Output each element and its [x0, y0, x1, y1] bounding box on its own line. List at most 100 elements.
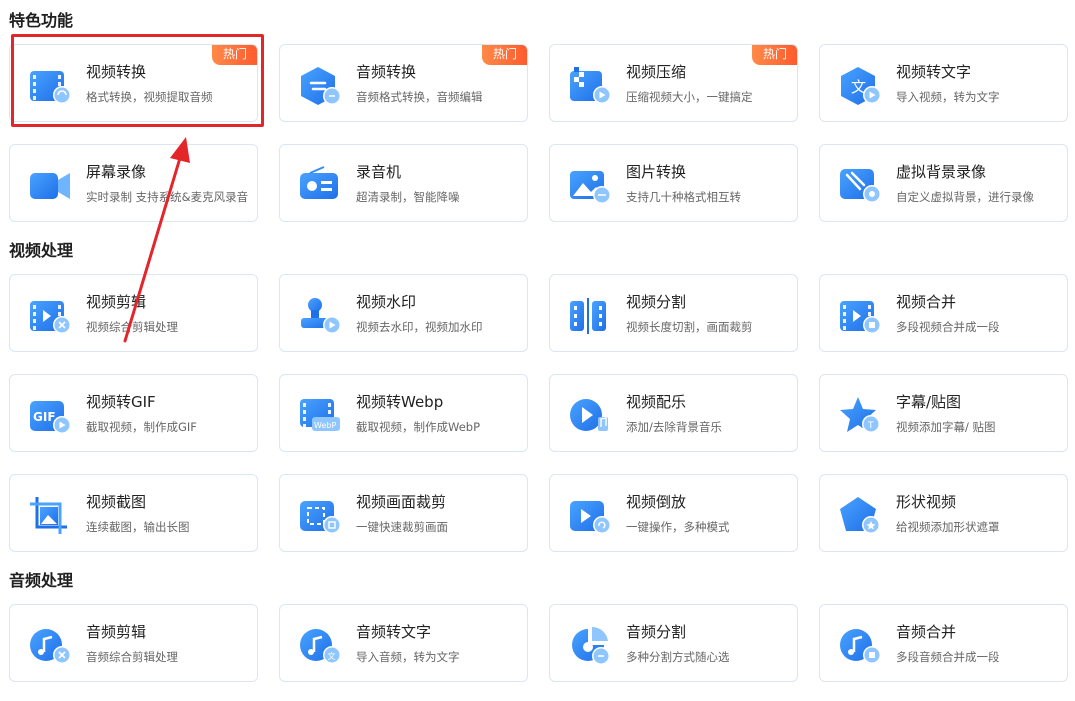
- tool-description: 音频格式转换，音频编辑: [356, 90, 483, 104]
- virtual-bg-icon: [838, 165, 882, 205]
- video-screenshot-icon: [28, 495, 72, 535]
- tool-title: 音频剪辑: [86, 623, 147, 641]
- screen-record-icon: [28, 165, 72, 205]
- tool-title: 视频转Webp: [356, 393, 444, 411]
- tool-description: 视频添加字幕/ 贴图: [896, 420, 996, 434]
- tool-description: 压缩视频大小，一键搞定: [626, 90, 753, 104]
- shape-video-icon: [838, 495, 882, 535]
- tool-description: 添加/去除背景音乐: [626, 420, 722, 434]
- audio-split-icon: [568, 625, 612, 665]
- section-title-audio: 音频处理: [9, 571, 74, 590]
- video-merge-icon: [838, 295, 882, 335]
- section-title-video: 视频处理: [9, 241, 74, 260]
- tool-description: 多种分割方式随心选: [626, 650, 730, 664]
- video-convert-icon: [28, 65, 72, 105]
- svg-text:GIF: GIF: [33, 410, 56, 424]
- tool-card-audio-edit[interactable]: 音频剪辑音频综合剪辑处理: [9, 604, 258, 682]
- tool-description: 截取视频，制作成GIF: [86, 420, 197, 434]
- section-title-featured: 特色功能: [9, 11, 74, 30]
- video-to-gif-icon: GIF: [28, 395, 72, 435]
- video-to-webp-icon: WebP: [298, 395, 342, 435]
- tool-title: 音频分割: [626, 623, 687, 641]
- tool-description: 视频去水印，视频加水印: [356, 320, 483, 334]
- recorder-icon: [298, 165, 342, 205]
- tool-card-video-convert[interactable]: 视频转换 格式转换，视频提取音频 热门: [9, 44, 258, 122]
- tool-card-video-music[interactable]: 视频配乐添加/去除背景音乐: [549, 374, 798, 452]
- tool-description: 连续截图，输出长图: [86, 520, 190, 534]
- tool-title: 录音机: [356, 163, 402, 181]
- tool-card-screen-record[interactable]: 屏幕录像实时录制 支持系统&麦克风录音: [9, 144, 258, 222]
- tool-description: 支持几十种格式相互转: [626, 190, 741, 204]
- svg-text:T: T: [867, 421, 874, 431]
- svg-text:WebP: WebP: [314, 421, 336, 430]
- tool-card-video-to-text[interactable]: 文视频转文字导入视频，转为文字: [819, 44, 1068, 122]
- tool-card-video-crop[interactable]: 视频画面裁剪一键快速裁剪画面: [279, 474, 528, 552]
- tool-title: 音频合并: [896, 623, 957, 641]
- tool-card-image-convert[interactable]: 图片转换支持几十种格式相互转: [549, 144, 798, 222]
- hot-badge: 热门: [752, 45, 797, 65]
- tool-card-audio-split[interactable]: 音频分割多种分割方式随心选: [549, 604, 798, 682]
- tool-title: 音频转换: [356, 63, 417, 81]
- tool-title: 视频画面裁剪: [356, 493, 447, 511]
- video-to-text-icon: 文: [838, 65, 882, 105]
- tool-description: 给视频添加形状遮罩: [896, 520, 1000, 534]
- tool-card-video-to-gif[interactable]: GIF 视频转GIF 截取视频，制作成GIF: [9, 374, 258, 452]
- audio-edit-icon: [28, 625, 72, 665]
- tool-card-subtitle-sticker[interactable]: T 字幕/贴图视频添加字幕/ 贴图: [819, 374, 1068, 452]
- tool-description: 一键操作，多种模式: [626, 520, 730, 534]
- tool-description: 视频综合剪辑处理: [86, 320, 178, 334]
- video-compress-icon: [568, 65, 612, 105]
- tool-description: 截取视频，制作成WebP: [356, 420, 481, 434]
- tool-title: 音频转文字: [356, 623, 432, 641]
- tool-card-video-compress[interactable]: 视频压缩压缩视频大小，一键搞定 热门: [549, 44, 798, 122]
- tool-title: 视频截图: [86, 493, 147, 511]
- tool-description: 实时录制 支持系统&麦克风录音: [86, 190, 249, 204]
- audio-convert-icon: [298, 65, 342, 105]
- tool-title: 屏幕录像: [86, 163, 147, 181]
- video-reverse-icon: [568, 495, 612, 535]
- tool-title: 字幕/贴图: [896, 393, 962, 411]
- tool-title: 视频压缩: [626, 63, 687, 81]
- tool-title: 视频转文字: [896, 63, 972, 81]
- svg-text:文: 文: [328, 651, 336, 661]
- tool-title: 视频转换: [86, 63, 147, 81]
- tool-description: 自定义虚拟背景，进行录像: [896, 190, 1034, 204]
- tool-card-recorder[interactable]: 录音机超清录制，智能降噪: [279, 144, 528, 222]
- tool-card-audio-merge[interactable]: 音频合并多段音频合并成一段: [819, 604, 1068, 682]
- tool-description: 多段音频合并成一段: [896, 650, 1000, 664]
- tool-title: 形状视频: [896, 493, 957, 511]
- tool-title: 视频水印: [356, 293, 417, 311]
- tool-title: 视频合并: [896, 293, 957, 311]
- video-crop-icon: [298, 495, 342, 535]
- video-music-icon: [568, 395, 612, 435]
- tool-title: 视频分割: [626, 293, 687, 311]
- video-split-icon: [568, 295, 612, 335]
- tool-title: 视频配乐: [626, 393, 687, 411]
- tool-title: 图片转换: [626, 163, 687, 181]
- tool-description: 音频综合剪辑处理: [86, 650, 178, 664]
- video-edit-icon: [28, 295, 72, 335]
- tool-card-video-screenshot[interactable]: 视频截图连续截图，输出长图: [9, 474, 258, 552]
- tool-card-video-watermark[interactable]: 视频水印视频去水印，视频加水印: [279, 274, 528, 352]
- tool-card-video-edit[interactable]: 视频剪辑视频综合剪辑处理: [9, 274, 258, 352]
- tool-card-video-split[interactable]: 视频分割视频长度切割，画面裁剪: [549, 274, 798, 352]
- tool-card-video-to-webp[interactable]: WebP 视频转Webp 截取视频，制作成WebP: [279, 374, 528, 452]
- tool-title: 视频转GIF: [86, 393, 156, 411]
- tool-description: 导入视频，转为文字: [896, 90, 1000, 104]
- hot-badge: 热门: [212, 45, 257, 65]
- tool-card-video-merge[interactable]: 视频合并多段视频合并成一段: [819, 274, 1068, 352]
- tool-card-shape-video[interactable]: 形状视频给视频添加形状遮罩: [819, 474, 1068, 552]
- tool-card-video-reverse[interactable]: 视频倒放一键操作，多种模式: [549, 474, 798, 552]
- tool-card-audio-convert[interactable]: 音频转换 音频格式转换，音频编辑 热门: [279, 44, 528, 122]
- tool-title: 视频剪辑: [86, 293, 147, 311]
- audio-to-text-icon: 文: [298, 625, 342, 665]
- tool-description: 视频长度切割，画面裁剪: [626, 320, 753, 334]
- tool-description: 导入音频，转为文字: [356, 650, 460, 664]
- tool-title: 视频倒放: [626, 493, 687, 511]
- tool-card-virtual-bg[interactable]: 虚拟背景录像自定义虚拟背景，进行录像: [819, 144, 1068, 222]
- tool-description: 超清录制，智能降噪: [356, 190, 460, 204]
- tool-description: 一键快速裁剪画面: [356, 520, 448, 534]
- tool-description: 多段视频合并成一段: [896, 320, 1000, 334]
- tool-card-audio-to-text[interactable]: 文 音频转文字导入音频，转为文字: [279, 604, 528, 682]
- tool-title: 虚拟背景录像: [896, 163, 987, 181]
